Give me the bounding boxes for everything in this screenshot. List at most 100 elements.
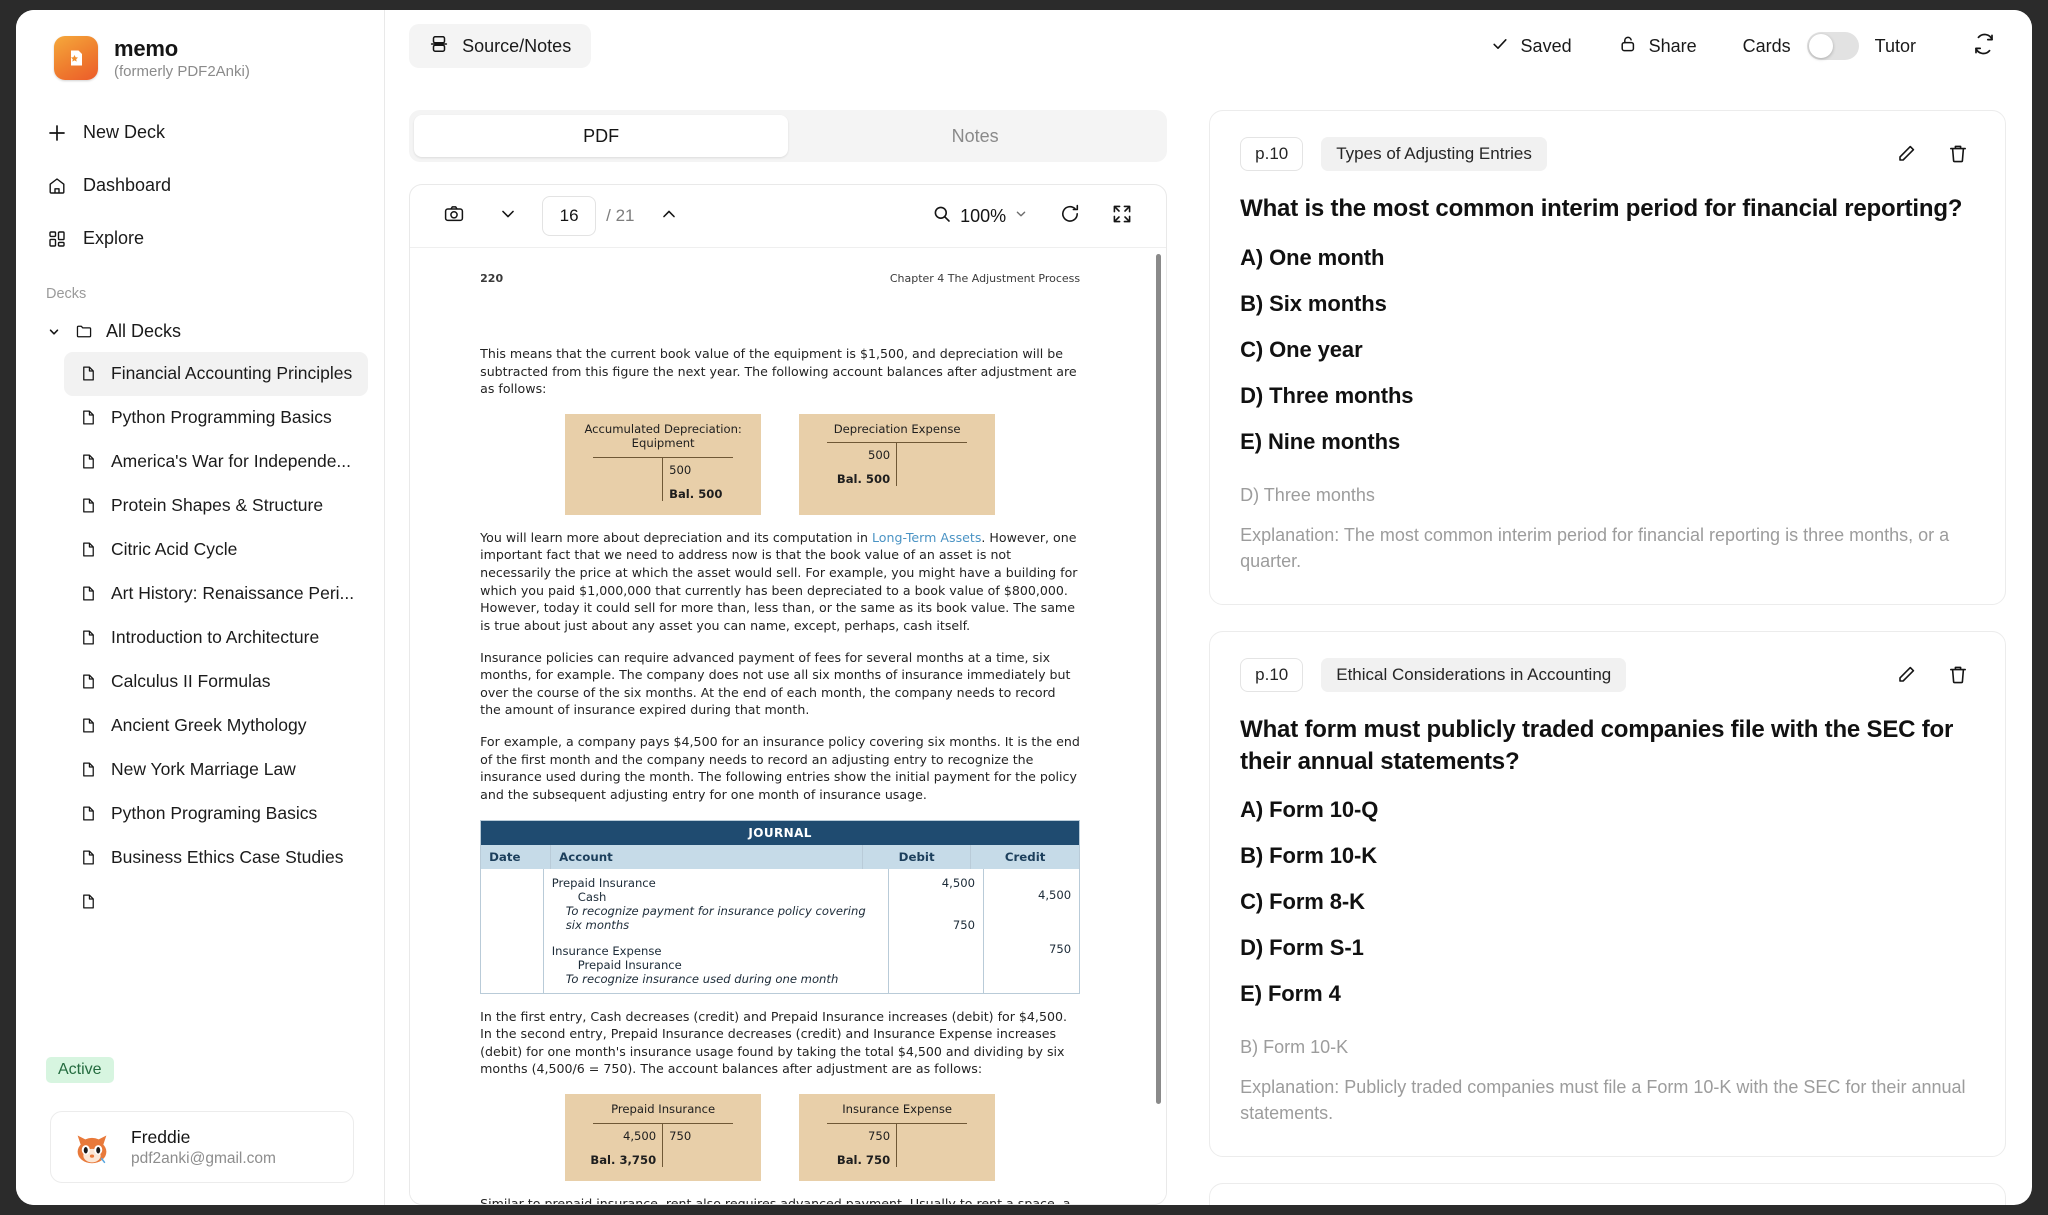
- document-icon: [78, 892, 98, 912]
- flashcard[interactable]: p.10 Types of Adjusting Entries What is …: [1209, 110, 2006, 605]
- sidebar-deck-business-ethics-case-studies[interactable]: Business Ethics Case Studies: [64, 836, 368, 880]
- journal-cell-credit: 4,500: [1037, 887, 1072, 902]
- flashcard[interactable]: p.10 Ethical Considerations in Accountin…: [1209, 630, 2006, 1158]
- tree-root-label: All Decks: [106, 321, 182, 342]
- card-answer: B) Form 10-K: [1240, 1037, 1349, 1058]
- edit-card-button[interactable]: [1889, 137, 1923, 171]
- pdf-paragraph-6: Similar to prepaid insurance, rent also …: [480, 1195, 1071, 1204]
- sidebar-deck-label: Protein Shapes & Structure: [111, 495, 324, 516]
- sidebar-deck-protein-shapes-structure[interactable]: Protein Shapes & Structure: [64, 484, 368, 528]
- sidebar-deck-label: Python Programing Basics: [111, 803, 318, 824]
- tab-pdf[interactable]: PDF: [414, 115, 789, 157]
- sidebar-deck-label: Ancient Greek Mythology: [111, 715, 307, 736]
- nav-item-explore[interactable]: Explore: [32, 217, 368, 261]
- journal-account-column: Prepaid Insurance Cash To recognize paym…: [544, 868, 889, 993]
- journal-body: Prepaid Insurance Cash To recognize paym…: [481, 868, 1079, 993]
- sidebar-deck-ancient-greek-mythology[interactable]: Ancient Greek Mythology: [64, 704, 368, 748]
- card-option[interactable]: B) Six months: [1240, 291, 1975, 317]
- brand[interactable]: memo (formerly PDF2Anki): [16, 10, 384, 99]
- share-button[interactable]: Share: [1604, 26, 1711, 66]
- sidebar-deck-art-history-renaissance[interactable]: Art History: Renaissance Peri...: [64, 572, 368, 616]
- cards-tutor-switch[interactable]: Cards Tutor: [1729, 26, 1930, 66]
- pdf-paragraph-2-b: . However, one important fact that we ne…: [480, 529, 1078, 633]
- delete-card-button[interactable]: [1941, 658, 1975, 692]
- expand-icon: [1111, 203, 1133, 230]
- page-number-value: 16: [559, 206, 579, 225]
- sidebar-deck-citric-acid-cycle[interactable]: Citric Acid Cycle: [64, 528, 368, 572]
- refresh-button[interactable]: [1962, 26, 2006, 66]
- pdf-paragraph-5: In the first entry, Cash decreases (cred…: [480, 1008, 1067, 1077]
- saved-status: Saved: [1476, 26, 1586, 66]
- card-answer: D) Three months: [1240, 484, 1375, 505]
- card-option[interactable]: A) Form 10-Q: [1240, 797, 1975, 823]
- pdf-scrollbar-thumb[interactable]: [1156, 254, 1162, 1104]
- sidebar-deck-label: Financial Accounting Principles: [111, 363, 353, 384]
- fullscreen-button[interactable]: [1100, 196, 1144, 236]
- tab-notes-label: Notes: [951, 125, 999, 146]
- zoom-control[interactable]: 100%: [924, 204, 1036, 229]
- sidebar-deck-partial[interactable]: [64, 880, 368, 924]
- page-number-input[interactable]: 16: [542, 196, 597, 236]
- document-icon: [78, 628, 98, 648]
- folder-icon: [74, 322, 94, 342]
- tab-notes[interactable]: Notes: [788, 115, 1162, 157]
- card-option[interactable]: A) One month: [1240, 245, 1975, 271]
- prev-page-button[interactable]: [647, 196, 691, 236]
- sidebar-deck-introduction-to-architecture[interactable]: Introduction to Architecture: [64, 616, 368, 660]
- card-option[interactable]: C) Form 8-K: [1240, 889, 1975, 915]
- journal-header-date: Date: [481, 844, 552, 869]
- pdf-running-header: 220 Chapter 4 The Adjustment Process: [480, 272, 1080, 285]
- document-icon: [78, 540, 98, 560]
- user-profile-card[interactable]: Freddie pdf2anki@gmail.com: [50, 1111, 355, 1183]
- card-option[interactable]: E) Nine months: [1240, 429, 1975, 455]
- source-notes-button[interactable]: Source/Notes: [409, 24, 592, 68]
- card-option[interactable]: E) Form 4: [1240, 981, 1975, 1007]
- edit-card-button[interactable]: [1889, 658, 1923, 692]
- sidebar-deck-new-york-marriage-law[interactable]: New York Marriage Law: [64, 748, 368, 792]
- zoom-level: 100%: [960, 205, 1007, 226]
- pdf-scrollbar[interactable]: [1156, 254, 1162, 1198]
- card-option[interactable]: C) One year: [1240, 337, 1975, 363]
- mode-toggle[interactable]: [1806, 32, 1859, 60]
- card-option[interactable]: D) Form S-1: [1240, 935, 1975, 961]
- document-icon: [78, 584, 98, 604]
- flashcard[interactable]: p.21 Types of Adjusting Entries Which ac…: [1209, 1183, 2006, 1205]
- sidebar-deck-financial-accounting-principles[interactable]: Financial Accounting Principles: [64, 351, 369, 396]
- page-total-label: / 21: [606, 206, 635, 225]
- pdf-paragraph-3: Insurance policies can require advanced …: [480, 649, 1071, 718]
- nav-item-label: New Deck: [83, 122, 166, 143]
- pdf-inline-link[interactable]: Long-Term Assets: [872, 530, 981, 545]
- snapshot-button[interactable]: [432, 196, 476, 236]
- tab-pdf-label: PDF: [583, 125, 620, 146]
- status-badge: Active: [46, 1057, 114, 1083]
- nav-item-new-deck[interactable]: New Deck: [32, 111, 368, 155]
- cards-column[interactable]: p.10 Types of Adjusting Entries What is …: [1189, 82, 2032, 1205]
- journal-cell-debit: 750: [952, 917, 975, 932]
- sidebar-deck-python-programming-basics[interactable]: Python Programming Basics: [64, 396, 368, 440]
- t-account: Accumulated Depreciation: Equipment -: [565, 413, 762, 515]
- pdf-page-container[interactable]: 220 Chapter 4 The Adjustment Process Thi…: [410, 247, 1167, 1204]
- sidebar-deck-python-programing-basics[interactable]: Python Programing Basics: [64, 792, 368, 836]
- delete-card-button[interactable]: [1941, 137, 1975, 171]
- t-account-left-balance: Bal. 750: [836, 1152, 891, 1167]
- sidebar-deck-calculus-ii-formulas[interactable]: Calculus II Formulas: [64, 660, 368, 704]
- nav-item-dashboard[interactable]: Dashboard: [32, 164, 368, 208]
- t-account-credit-side: - -: [897, 1124, 983, 1167]
- next-page-button[interactable]: [486, 196, 530, 236]
- sidebar-deck-label: Python Programming Basics: [111, 407, 332, 428]
- card-option[interactable]: D) Three months: [1240, 383, 1975, 409]
- primary-nav: New Deck Dashboard Explore: [16, 99, 384, 270]
- document-icon: [78, 716, 98, 736]
- card-option[interactable]: B) Form 10-K: [1240, 843, 1975, 869]
- pdf-viewer: 16 / 21 100% 220 Chapter 4 The Adjustmen…: [409, 184, 1168, 1205]
- refresh-icon: [1972, 32, 1996, 61]
- document-icon: [78, 364, 98, 384]
- journal-table: JOURNAL Date Account Debit Credit Prepai…: [480, 819, 1081, 994]
- t-account-debit-side: 500 Bal. 500: [811, 443, 898, 487]
- t-account-right-value: 500: [669, 462, 692, 477]
- sidebar-deck-label: Citric Acid Cycle: [111, 539, 238, 560]
- sidebar-deck-americas-war-for-independence[interactable]: America's War for Independe...: [64, 440, 368, 484]
- rotate-button[interactable]: [1048, 196, 1092, 236]
- tree-root-all-decks[interactable]: All Decks: [32, 312, 368, 352]
- nav-item-label: Dashboard: [83, 175, 172, 196]
